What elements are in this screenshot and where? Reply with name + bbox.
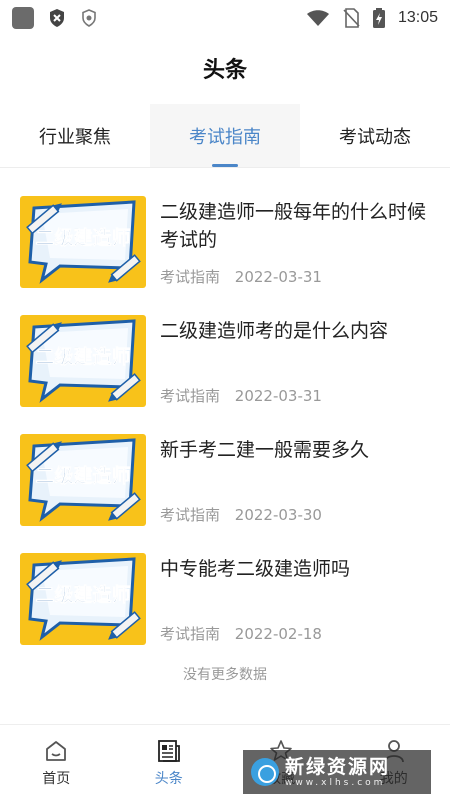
battery-charging-icon — [372, 8, 385, 28]
article-title: 二级建造师考的是什么内容 — [160, 320, 389, 342]
tab-exam-news[interactable]: 考试动态 — [300, 104, 450, 167]
status-bar: 13:05 — [0, 0, 450, 36]
article-meta: 考试指南 2022-03-31 — [160, 266, 322, 287]
tab-industry-focus[interactable]: 行业聚焦 — [0, 104, 150, 167]
article-meta: 考试指南 2022-03-30 — [160, 504, 322, 525]
nav-label: 首页 — [42, 770, 71, 787]
article-title: 二级建造师一般每年的什么时候考试的 — [160, 201, 427, 251]
home-icon — [46, 740, 67, 761]
article-item[interactable]: 二级建造师 二级建造师考的是什么内容 考试指南 2022-03-31 — [0, 299, 450, 418]
article-thumbnail: 二级建造师 — [20, 196, 146, 288]
thumbnail-text: 二级建造师 — [35, 226, 130, 249]
tab-label: 考试指南 — [189, 126, 261, 148]
watermark-url: www.xlhs.com — [285, 777, 386, 788]
thumbnail-text: 二级建造师 — [35, 583, 130, 606]
tab-label: 行业聚焦 — [39, 126, 111, 148]
page-title: 头条 — [202, 58, 247, 83]
article-meta: 考试指南 2022-03-31 — [160, 385, 322, 406]
watermark: 新绿资源网 www.xlhs.com — [243, 750, 431, 794]
thumbnail-artwork: 二级建造师 — [26, 438, 141, 522]
shield-icon — [82, 9, 96, 27]
thumbnail-artwork: 二级建造师 — [26, 319, 141, 403]
article-title: 中专能考二级建造师吗 — [160, 558, 351, 580]
article-date: 2022-03-31 — [234, 387, 322, 405]
article-category: 考试指南 — [160, 625, 221, 643]
article-item[interactable]: 二级建造师 中专能考二级建造师吗 考试指南 2022-02-18 — [0, 537, 450, 656]
tab-bar: 行业聚焦 考试指南 考试动态 — [0, 104, 450, 168]
active-tab-indicator — [212, 164, 238, 167]
article-list: 二级建造师 二级建造师一般每年的什么时候考试的 考试指南 2022-03-31 … — [0, 180, 450, 656]
article-meta: 考试指南 2022-02-18 — [160, 623, 322, 644]
notification-app-icon — [12, 7, 34, 29]
no-more-data-text: 没有更多数据 — [183, 667, 267, 683]
wifi-icon — [306, 10, 329, 26]
nav-home[interactable]: 首页 — [0, 725, 113, 800]
tab-label: 考试动态 — [339, 126, 411, 148]
article-thumbnail: 二级建造师 — [20, 553, 146, 645]
tab-exam-guide[interactable]: 考试指南 — [150, 104, 300, 167]
article-item[interactable]: 二级建造师 新手考二建一般需要多久 考试指南 2022-03-30 — [0, 418, 450, 537]
article-title: 新手考二建一般需要多久 — [160, 439, 370, 461]
article-category: 考试指南 — [160, 506, 221, 524]
article-date: 2022-03-30 — [234, 506, 322, 524]
watermark-logo-icon — [251, 758, 279, 786]
nav-label: 头条 — [154, 770, 183, 787]
no-sim-icon — [343, 8, 360, 28]
thumbnail-artwork: 二级建造师 — [26, 557, 141, 641]
article-date: 2022-03-31 — [234, 268, 322, 286]
thumbnail-text: 二级建造师 — [35, 464, 130, 487]
thumbnail-artwork: 二级建造师 — [26, 200, 141, 284]
article-item[interactable]: 二级建造师 二级建造师一般每年的什么时候考试的 考试指南 2022-03-31 — [0, 180, 450, 299]
nav-news[interactable]: 头条 — [113, 725, 226, 800]
article-category: 考试指南 — [160, 387, 221, 405]
shield-x-icon — [50, 9, 64, 27]
article-date: 2022-02-18 — [234, 625, 322, 643]
article-thumbnail: 二级建造师 — [20, 434, 146, 526]
article-thumbnail: 二级建造师 — [20, 315, 146, 407]
clock: 13:05 — [397, 9, 438, 26]
thumbnail-text: 二级建造师 — [35, 345, 130, 368]
article-category: 考试指南 — [160, 268, 221, 286]
news-icon — [157, 739, 180, 762]
watermark-text: 新绿资源网 — [285, 755, 391, 778]
